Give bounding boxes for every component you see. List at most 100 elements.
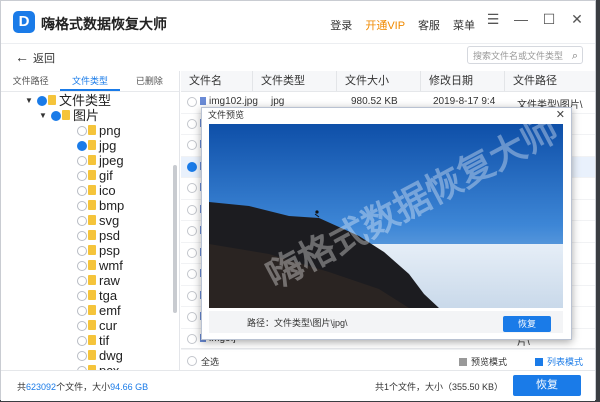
- tree-checkbox[interactable]: [77, 291, 87, 301]
- col-type[interactable]: 文件类型: [253, 71, 337, 91]
- minimize-icon[interactable]: —: [513, 11, 529, 27]
- col-path[interactable]: 文件路径: [505, 71, 595, 91]
- tree-item[interactable]: raw: [1, 273, 171, 288]
- select-all-checkbox[interactable]: [187, 356, 197, 366]
- tree-item-label: psp: [99, 243, 120, 258]
- sidebar-scrollbar[interactable]: [173, 165, 177, 313]
- row-checkbox[interactable]: [187, 312, 197, 322]
- row-date: 2019-8-17 9:4: [433, 96, 496, 107]
- tree-item[interactable]: ▼ 文件类型: [1, 93, 171, 108]
- tree-checkbox[interactable]: [77, 171, 87, 181]
- tree-checkbox[interactable]: [77, 246, 87, 256]
- folder-icon: [88, 185, 96, 195]
- tree-item-label: ico: [99, 183, 116, 198]
- row-checkbox[interactable]: [187, 140, 197, 150]
- vip-link[interactable]: 开通VIP: [365, 20, 405, 32]
- total-mid: 个文件，大小: [56, 382, 111, 392]
- tree-item[interactable]: emf: [1, 303, 171, 318]
- tree-item-label: emf: [99, 303, 121, 318]
- selected-info: 共1个文件，大小（355.50 KB）: [374, 382, 503, 392]
- tree-item[interactable]: psp: [1, 243, 171, 258]
- search-input[interactable]: 搜索文件名或文件类型 ⌕: [467, 46, 583, 64]
- select-all-label[interactable]: 全选: [201, 355, 219, 368]
- folder-icon: [88, 350, 96, 360]
- expand-arrow-icon[interactable]: ▼: [39, 108, 47, 123]
- preview-recover-button[interactable]: 恢复: [503, 316, 551, 332]
- tree-item[interactable]: wmf: [1, 258, 171, 273]
- nav-bar: ← 返回 搜索文件名或文件类型 ⌕: [1, 43, 595, 69]
- tree-checkbox[interactable]: [77, 126, 87, 136]
- preview-mode-button[interactable]: 预览模式: [459, 355, 507, 368]
- tree-item[interactable]: ▼ 图片: [1, 108, 171, 123]
- row-checkbox[interactable]: [187, 269, 197, 279]
- tree-item[interactable]: cur: [1, 318, 171, 333]
- row-checkbox[interactable]: [187, 290, 197, 301]
- tree-checkbox[interactable]: [77, 141, 87, 151]
- folder-icon: [48, 95, 56, 105]
- tree-checkbox[interactable]: [77, 216, 87, 226]
- tree-checkbox[interactable]: [77, 336, 87, 346]
- preview-mode-label: 预览模式: [471, 357, 508, 367]
- tree-checkbox[interactable]: [77, 201, 87, 211]
- row-checkbox[interactable]: [187, 226, 197, 236]
- maximize-icon[interactable]: ☐: [541, 11, 557, 27]
- tab-file-path[interactable]: 文件路径: [1, 71, 60, 91]
- service-link[interactable]: 客服: [418, 20, 440, 32]
- tree-item[interactable]: gif: [1, 168, 171, 183]
- expand-arrow-icon[interactable]: ▼: [25, 93, 33, 108]
- menu-icon[interactable]: ☰: [485, 11, 501, 27]
- row-type: jpg: [271, 96, 285, 107]
- tree-checkbox[interactable]: [77, 261, 87, 271]
- row-checkbox[interactable]: [187, 333, 197, 344]
- tree-item[interactable]: psd: [1, 228, 171, 243]
- tab-deleted[interactable]: 已删除: [120, 71, 179, 91]
- tree-checkbox[interactable]: [77, 186, 87, 196]
- row-checkbox[interactable]: [187, 97, 197, 107]
- tree-checkbox[interactable]: [77, 231, 87, 241]
- selection-bar: 全选 预览模式 列表模式: [181, 348, 595, 371]
- tree-item-label: cur: [99, 318, 118, 333]
- tree-checkbox[interactable]: [77, 321, 87, 331]
- tree-item[interactable]: bmp: [1, 198, 171, 213]
- tree-checkbox[interactable]: [77, 276, 87, 286]
- close-icon[interactable]: ✕: [569, 11, 585, 27]
- recover-button[interactable]: 恢复: [513, 375, 581, 396]
- tab-file-type[interactable]: 文件类型: [60, 71, 120, 91]
- tree-item-label: dwg: [99, 348, 123, 363]
- tree-checkbox[interactable]: [77, 351, 87, 361]
- row-checkbox[interactable]: [187, 118, 197, 129]
- back-button[interactable]: ← 返回: [15, 49, 55, 66]
- tree-checkbox[interactable]: [77, 156, 87, 166]
- tree-item[interactable]: jpeg: [1, 153, 171, 168]
- col-name[interactable]: 文件名: [181, 71, 253, 91]
- col-size[interactable]: 文件大小: [337, 71, 421, 91]
- list-mode-button[interactable]: 列表模式: [535, 355, 583, 368]
- login-link[interactable]: 登录: [330, 20, 352, 32]
- search-icon[interactable]: ⌕: [572, 47, 578, 65]
- menu-link[interactable]: 菜单: [453, 20, 475, 32]
- folder-icon: [88, 170, 96, 180]
- folder-icon: [88, 290, 96, 300]
- tree-checkbox[interactable]: [77, 306, 87, 316]
- row-checkbox[interactable]: [187, 161, 197, 172]
- tree-checkbox[interactable]: [37, 96, 47, 106]
- col-date[interactable]: 修改日期: [421, 71, 505, 91]
- tree-item[interactable]: tif: [1, 333, 171, 348]
- tree-item[interactable]: png: [1, 123, 171, 138]
- tree-item-label: jpeg: [99, 153, 124, 168]
- tree-item[interactable]: dwg: [1, 348, 171, 363]
- row-checkbox[interactable]: [187, 247, 197, 258]
- tree-checkbox[interactable]: [51, 111, 61, 121]
- row-checkbox[interactable]: [187, 183, 197, 193]
- tree-item[interactable]: tga: [1, 288, 171, 303]
- back-arrow-icon: ←: [15, 49, 29, 65]
- tree-item[interactable]: jpg: [1, 138, 171, 153]
- row-size: 980.52 KB: [351, 96, 398, 107]
- tree-item[interactable]: svg: [1, 213, 171, 228]
- close-icon[interactable]: ✕: [556, 108, 565, 122]
- row-checkbox[interactable]: [187, 204, 197, 215]
- preview-title: 文件预览: [208, 110, 245, 120]
- folder-icon: [88, 200, 96, 210]
- tree-item[interactable]: ico: [1, 183, 171, 198]
- tree-item-label: jpg: [99, 138, 117, 153]
